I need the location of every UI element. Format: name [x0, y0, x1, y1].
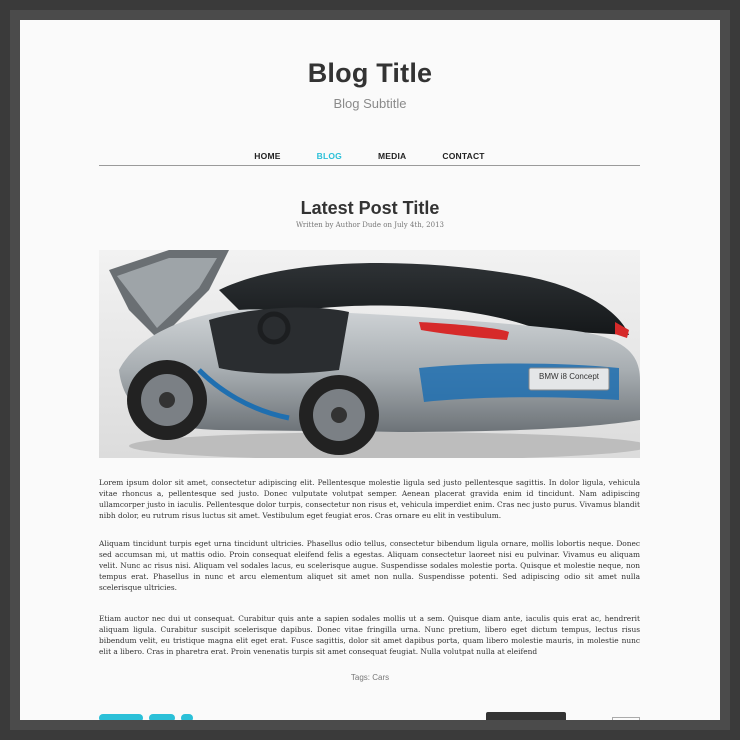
car-illustration: [99, 250, 640, 458]
post-hero-image: BMW i8 Concept: [99, 250, 640, 458]
nav-contact[interactable]: CONTACT: [442, 151, 484, 165]
post-paragraph-3: Etiam auctor nec dui ut consequat. Curab…: [99, 614, 640, 656]
blog-page: Blog Title Blog Subtitle HOME BLOG MEDIA…: [20, 20, 720, 720]
nav-media[interactable]: MEDIA: [378, 151, 406, 165]
post-title[interactable]: Latest Post Title: [20, 198, 720, 219]
nav-blog[interactable]: BLOG: [317, 151, 342, 165]
post-tags: Tags: Cars: [20, 673, 720, 682]
next-section-peek-box: [612, 717, 640, 720]
post-paragraph-2: Aliquam tincidunt turpis eget urna tinci…: [99, 539, 640, 592]
post-meta: Written by Author Dude on July 4th, 2013: [296, 221, 444, 229]
next-section-peek-left: [99, 714, 219, 720]
next-section-peek-right: [486, 712, 566, 720]
main-nav: HOME BLOG MEDIA CONTACT: [99, 151, 640, 166]
blog-subtitle: Blog Subtitle: [333, 96, 407, 111]
post-paragraph-1: Lorem ipsum dolor sit amet, consectetur …: [99, 478, 640, 520]
nav-home[interactable]: HOME: [254, 151, 280, 165]
license-plate-text: BMW i8 Concept: [538, 372, 600, 381]
tags-label: Tags:: [350, 673, 370, 682]
blog-title[interactable]: Blog Title: [20, 58, 720, 89]
tag-link[interactable]: Cars: [372, 673, 389, 682]
